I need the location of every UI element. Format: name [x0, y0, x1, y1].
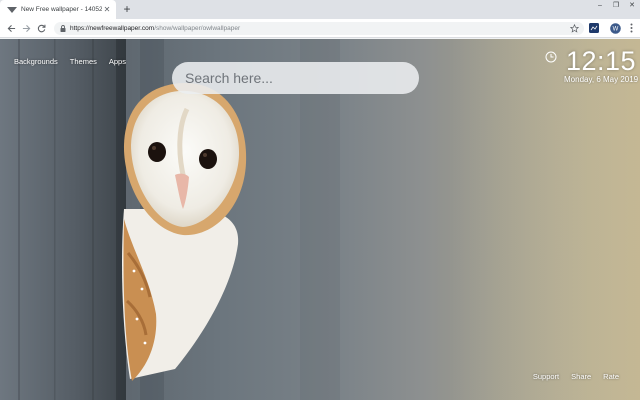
tab-close-icon[interactable]: ✕ [102, 5, 112, 14]
footer-links: Support Share Rate [533, 372, 619, 381]
site-favicon-icon [6, 6, 17, 14]
support-link[interactable]: Support [533, 372, 559, 381]
minimize-button[interactable]: – [592, 0, 608, 12]
forward-button[interactable] [20, 22, 32, 34]
extension-button[interactable] [588, 22, 600, 34]
reload-icon [37, 24, 45, 32]
new-tab-page: Backgrounds Themes Apps 12:15 Monday, 6 … [0, 39, 640, 400]
profile-avatar[interactable]: W [609, 22, 621, 34]
arrow-right-icon [22, 24, 30, 32]
browser-menu-button[interactable] [625, 22, 637, 34]
top-nav: Backgrounds Themes Apps [14, 57, 126, 66]
clock-icon[interactable] [545, 51, 557, 63]
tab-title: New Free wallpaper - 14052019: [21, 6, 102, 13]
back-button[interactable] [5, 22, 17, 34]
extension-wallpaper-icon [589, 23, 599, 33]
apps-link[interactable]: Apps [109, 57, 126, 66]
share-link[interactable]: Share [571, 372, 591, 381]
more-vertical-icon [630, 23, 632, 33]
url-text: https://newfreewallpaper.com/show/wallpa… [70, 25, 240, 32]
address-bar[interactable]: https://newfreewallpaper.com/show/wallpa… [54, 22, 584, 35]
restore-button[interactable]: ❐ [608, 0, 624, 12]
browser-tab[interactable]: New Free wallpaper - 14052019: ✕ [0, 0, 116, 19]
new-tab-button[interactable]: + [120, 2, 134, 16]
bookmark-star-icon[interactable] [569, 23, 580, 34]
browser-toolbar: https://newfreewallpaper.com/show/wallpa… [0, 19, 640, 38]
url-host: https://newfreewallpaper.com [70, 25, 155, 32]
close-window-button[interactable]: ✕ [624, 0, 640, 12]
url-path: /show/wallpaper/owlwallpaper [154, 25, 241, 32]
backgrounds-link[interactable]: Backgrounds [14, 57, 58, 66]
lock-icon [59, 25, 66, 33]
search-box[interactable] [172, 62, 419, 94]
rate-link[interactable]: Rate [603, 372, 619, 381]
search-input[interactable] [185, 70, 405, 86]
arrow-left-icon [7, 24, 15, 32]
themes-link[interactable]: Themes [70, 57, 97, 66]
clock-date: Monday, 6 May 2019 [564, 75, 639, 84]
tab-strip: New Free wallpaper - 14052019: ✕ + – ❐ ✕ [0, 0, 640, 19]
profile-avatar-initial: W [612, 26, 618, 32]
reload-button[interactable] [35, 22, 47, 34]
clock-time: 12:15 [566, 46, 637, 76]
window-controls: – ❐ ✕ [592, 0, 640, 12]
